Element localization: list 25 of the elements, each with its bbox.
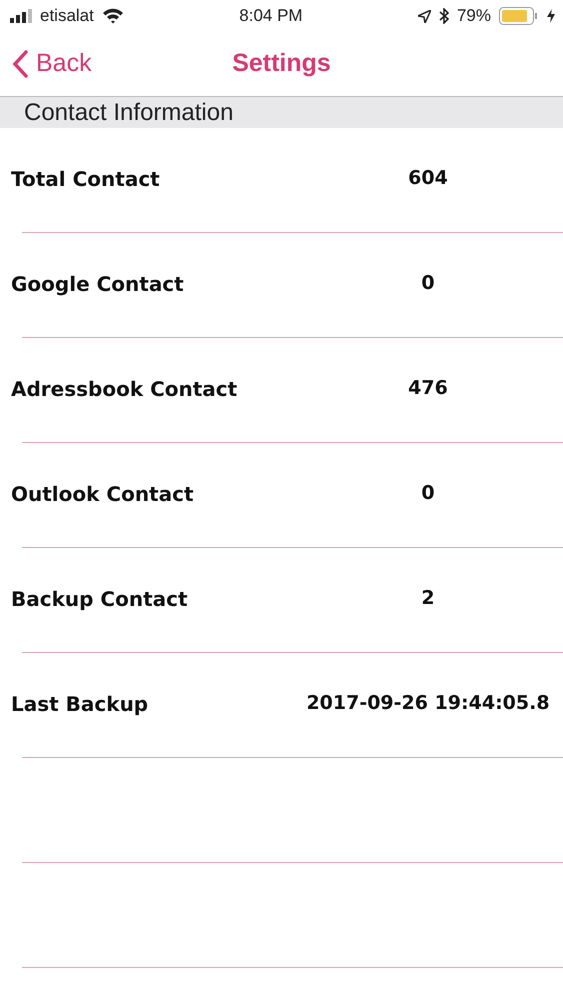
back-button[interactable]: Back: [12, 45, 92, 83]
wifi-icon: [102, 8, 124, 24]
row-value: 604: [407, 166, 449, 191]
carrier-name: etisalat: [40, 5, 94, 28]
section-header: Contact Information: [0, 96, 563, 128]
battery-percent: 79%: [456, 5, 491, 28]
row-label: Backup Contact: [11, 586, 188, 613]
row-value: 476: [407, 376, 449, 401]
row-value: 0: [420, 481, 436, 506]
row-value: 2017-09-26 19:44:05.8: [305, 691, 551, 716]
signal-icon: [10, 9, 32, 23]
row-label: Google Contact: [11, 271, 184, 298]
row-label: Total Contact: [11, 166, 160, 193]
screen-title: Settings: [232, 48, 331, 80]
status-time: 8:04 PM: [239, 5, 303, 28]
battery-icon: [499, 7, 539, 25]
row-value: 2: [420, 586, 436, 611]
location-icon: [418, 10, 431, 22]
row-label: Last Backup: [11, 691, 148, 718]
row-label: Outlook Contact: [11, 481, 194, 508]
bluetooth-icon: [438, 8, 449, 24]
chevron-left-icon: [12, 50, 28, 78]
charging-icon: [547, 9, 555, 23]
row-value: 0: [420, 271, 436, 296]
row-label: Adressbook Contact: [11, 376, 238, 403]
